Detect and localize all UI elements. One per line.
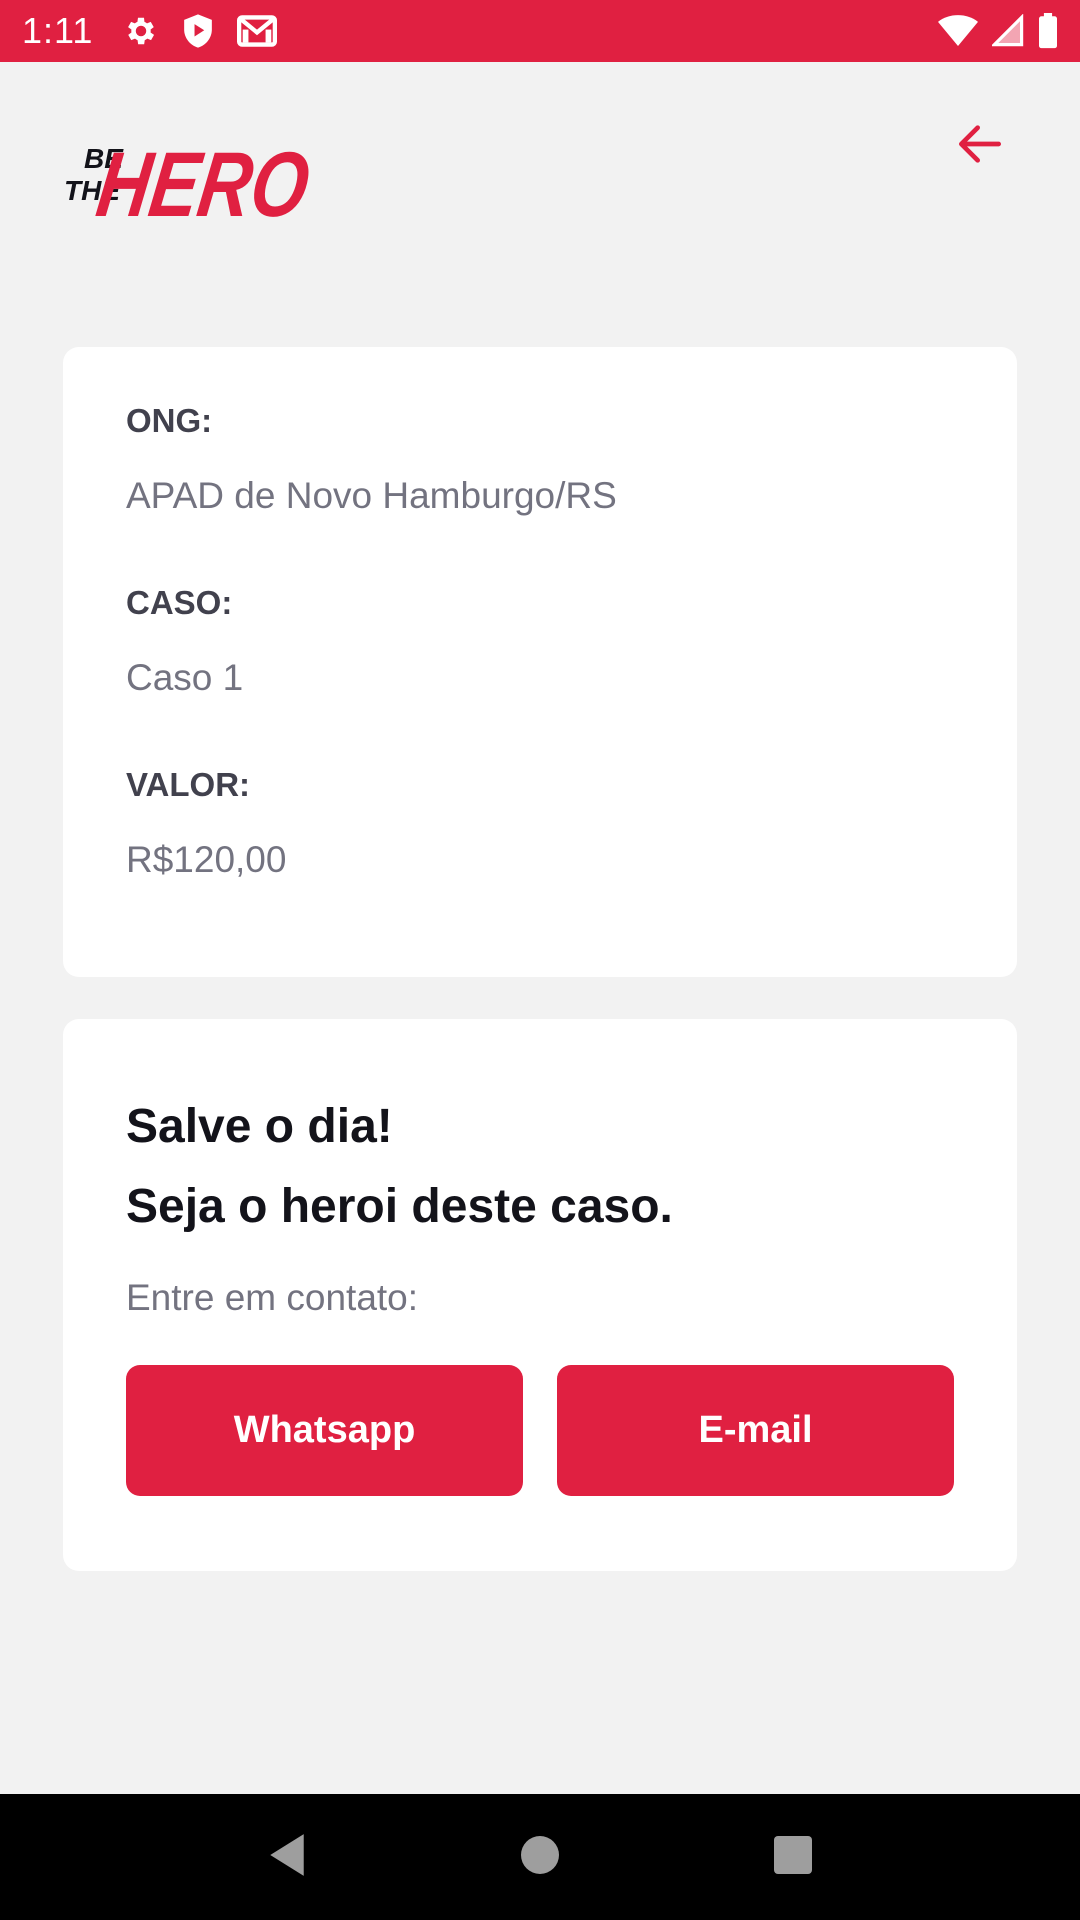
contact-card: Salve o dia! Seja o heroi deste caso. En… [63, 1019, 1017, 1571]
gear-icon [123, 13, 159, 49]
email-button[interactable]: E-mail [557, 1365, 954, 1496]
case-label: CASO: [126, 584, 233, 621]
nav-recents-button[interactable] [753, 1817, 833, 1897]
ong-value: APAD de Novo Hamburgo/RS [126, 475, 617, 516]
signal-icon [992, 14, 1024, 48]
gmail-icon [237, 14, 278, 48]
contact-title-line1: Salve o dia! [126, 1100, 393, 1153]
status-bar: 1:11 [0, 0, 1080, 62]
nav-home-button[interactable] [500, 1817, 580, 1897]
back-triangle-icon [266, 1832, 308, 1883]
status-icons-right [938, 13, 1058, 49]
contact-actions: Whatsapp E-mail [126, 1365, 954, 1496]
contact-title-line2: Seja o heroi deste caso. [126, 1180, 673, 1233]
battery-icon [1038, 13, 1058, 49]
status-icons-left [123, 13, 278, 49]
be-the-hero-logo: BE THE HERO [62, 116, 318, 235]
home-circle-icon [520, 1835, 560, 1880]
incident-detail-page: BE THE HERO ONG: APAD de Novo Hamburgo/R… [0, 62, 1080, 1794]
status-time: 1:11 [22, 10, 94, 51]
value-value: R$120,00 [126, 839, 287, 880]
nav-back-button[interactable] [247, 1817, 327, 1897]
navigation-bar [0, 1794, 1080, 1920]
arrow-left-icon [952, 116, 1008, 177]
logo-text-hero: HERO [91, 132, 316, 226]
contact-subtitle: Entre em contato: [126, 1277, 419, 1318]
incident-info-card: ONG: APAD de Novo Hamburgo/RS CASO: Caso… [63, 347, 1017, 977]
wifi-icon [938, 14, 978, 48]
ong-label: ONG: [126, 402, 213, 439]
value-block: VALOR: R$120,00 [126, 765, 954, 883]
case-value: Caso 1 [126, 657, 244, 698]
recents-square-icon [773, 1835, 813, 1880]
case-block: CASO: Caso 1 [126, 583, 954, 701]
back-button[interactable] [940, 106, 1020, 186]
whatsapp-button[interactable]: Whatsapp [126, 1365, 523, 1496]
ong-block: ONG: APAD de Novo Hamburgo/RS [126, 401, 954, 519]
value-label: VALOR: [126, 766, 251, 803]
shield-play-icon [181, 13, 215, 49]
